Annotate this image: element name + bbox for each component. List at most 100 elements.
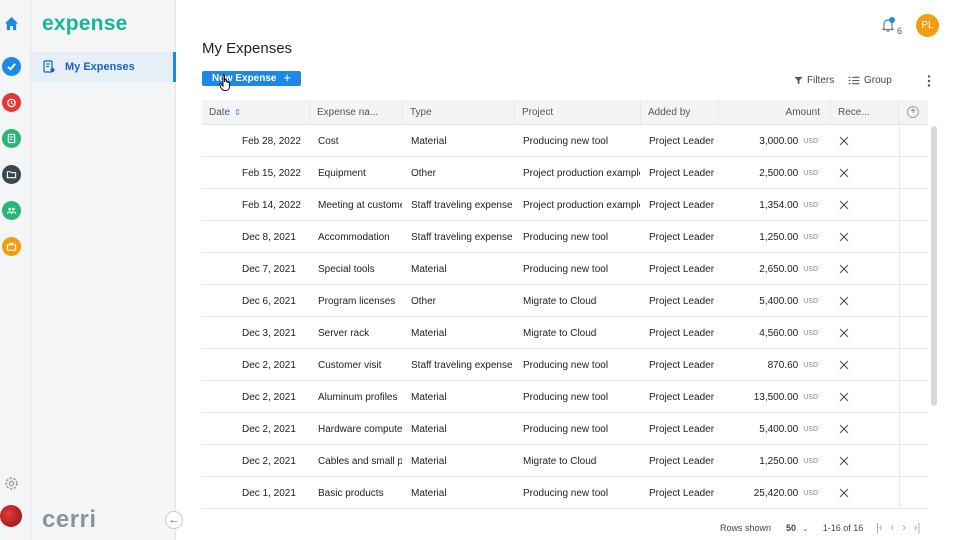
cell-date: Feb 14, 2022	[242, 199, 301, 211]
collapse-sidebar-button[interactable]: ←	[165, 511, 183, 529]
no-receipt-icon[interactable]	[839, 360, 849, 370]
settings-icon[interactable]	[3, 475, 20, 492]
no-receipt-icon[interactable]	[839, 392, 849, 402]
first-page-icon[interactable]: |‹	[876, 522, 883, 534]
rows-shown-select[interactable]: 50	[786, 523, 796, 533]
cell-date: Dec 2, 2021	[242, 391, 296, 403]
org-avatar[interactable]	[0, 505, 22, 527]
cell-expense-name: Special tools	[318, 263, 375, 275]
column-date[interactable]: Date ⇕	[202, 100, 310, 125]
page-info: 1-16 of 16	[822, 523, 864, 533]
amount-value: 1,250.00	[759, 455, 799, 467]
chevron-down-icon[interactable]: ⌄	[802, 524, 809, 533]
table-row[interactable]: Dec 8, 2021 Accommodation Staff traveling …	[202, 221, 928, 253]
cell-expense-name: Server rack	[318, 327, 370, 339]
no-receipt-icon[interactable]	[839, 168, 849, 178]
cell-amount: 3,000.00 USD	[719, 125, 818, 157]
cell-added-by: Project Leader	[649, 263, 715, 275]
column-receipt[interactable]: Rece...	[831, 100, 899, 125]
briefcase-icon[interactable]	[2, 237, 21, 256]
rows-shown-label: Rows shown	[720, 523, 772, 533]
app-rail	[0, 0, 31, 540]
brand-logo: expense	[42, 12, 128, 35]
home-icon[interactable]	[4, 16, 19, 31]
table-row[interactable]: Feb 15, 2022 Equipment Other Project produc…	[202, 157, 928, 189]
cell-added-by: Project Leader	[649, 327, 715, 339]
column-project[interactable]: Project	[515, 100, 641, 125]
cell-added-by: Project Leader	[649, 455, 715, 467]
column-expense-name[interactable]: Expense na...	[310, 100, 403, 125]
table-row[interactable]: Dec 2, 2021 Customer visit Staff traveling…	[202, 349, 928, 381]
table-row[interactable]: Feb 28, 2022 Cost Material Producing new to…	[202, 125, 928, 157]
cell-amount: 1,354.00 USD	[719, 189, 818, 221]
currency-code: USD	[803, 169, 818, 177]
new-expense-button[interactable]: New Expense +	[202, 70, 301, 86]
next-page-icon[interactable]: ›	[902, 522, 906, 534]
cell-receipt	[839, 317, 859, 349]
plus-icon: +	[283, 70, 291, 85]
currency-code: USD	[803, 361, 818, 369]
cell-type: Staff traveling expense	[411, 359, 512, 371]
no-receipt-icon[interactable]	[839, 232, 849, 242]
checkmark-icon[interactable]	[2, 57, 21, 76]
table-row[interactable]: Dec 3, 2021 Server rack Material Migrate to…	[202, 317, 928, 349]
cell-receipt	[839, 125, 859, 157]
currency-code: USD	[803, 489, 818, 497]
amount-value: 3,000.00	[759, 135, 799, 147]
cell-receipt	[839, 221, 859, 253]
team-icon[interactable]	[2, 201, 21, 220]
no-receipt-icon[interactable]	[839, 456, 849, 466]
column-amount[interactable]: Amount	[719, 100, 831, 125]
no-receipt-icon[interactable]	[839, 200, 849, 210]
group-button[interactable]: Group	[848, 75, 892, 86]
table-row[interactable]: Dec 1, 2021 Basic products Material Produci…	[202, 477, 928, 509]
no-receipt-icon[interactable]	[839, 488, 849, 498]
no-receipt-icon[interactable]	[839, 136, 849, 146]
filters-button[interactable]: Filters	[794, 75, 834, 86]
table-row[interactable]: Dec 2, 2021 Aluminum profiles Material Prod…	[202, 381, 928, 413]
cell-type: Material	[411, 455, 447, 467]
currency-code: USD	[803, 425, 818, 433]
cell-type: Material	[411, 135, 447, 147]
cell-amount: 1,250.00 USD	[719, 445, 818, 477]
last-page-icon[interactable]: ›|	[914, 522, 921, 534]
no-receipt-icon[interactable]	[839, 296, 849, 306]
amount-value: 870.60	[767, 359, 799, 371]
timer-icon[interactable]	[2, 93, 21, 112]
cell-type: Other	[411, 167, 437, 179]
cell-expense-name: Program licenses	[318, 295, 396, 307]
cell-added-by: Project Leader	[649, 295, 715, 307]
hand-cursor-icon	[218, 74, 230, 91]
cell-project: Producing new tool	[523, 423, 609, 435]
column-type[interactable]: Type	[403, 100, 515, 125]
table-row[interactable]: Dec 7, 2021 Special tools Material Producin…	[202, 253, 928, 285]
cell-receipt	[839, 381, 859, 413]
cell-type: Staff traveling expense	[411, 231, 512, 243]
sidebar-item-my-expenses[interactable]: My Expenses	[31, 52, 176, 82]
expense-icon[interactable]	[2, 129, 21, 148]
table-row[interactable]: Dec 6, 2021 Program licenses Other Migrate …	[202, 285, 928, 317]
table-row[interactable]: Dec 2, 2021 Cables and small parts Materia…	[202, 445, 928, 477]
table-row[interactable]: Feb 14, 2022 Meeting at customer Staff tra…	[202, 189, 928, 221]
side-navigation: expense My Expenses cerri	[31, 0, 176, 540]
amount-value: 2,650.00	[759, 263, 799, 275]
cell-type: Staff traveling expense	[411, 199, 512, 211]
no-receipt-icon[interactable]	[839, 328, 849, 338]
pagination: |‹ ‹ › ›|	[876, 522, 920, 534]
folder-icon[interactable]	[2, 165, 21, 184]
notification-dot	[889, 17, 895, 23]
cell-date: Dec 8, 2021	[242, 231, 296, 243]
user-avatar[interactable]: PL	[916, 14, 939, 37]
cell-added-by: Project Leader	[649, 199, 715, 211]
no-receipt-icon[interactable]	[839, 264, 849, 274]
no-receipt-icon[interactable]	[839, 424, 849, 434]
add-column-icon[interactable]: +	[907, 106, 919, 118]
table-scrollbar[interactable]	[931, 126, 937, 406]
cell-expense-name: Customer visit	[318, 359, 382, 371]
cell-amount: 13,500.00 USD	[719, 381, 818, 413]
previous-page-icon[interactable]: ‹	[891, 522, 895, 534]
column-added-by[interactable]: Added by	[641, 100, 719, 125]
more-options-icon[interactable]	[925, 74, 933, 88]
table-row[interactable]: Dec 2, 2021 Hardware computers Material Pro…	[202, 413, 928, 445]
sort-icon[interactable]: ⇕	[234, 108, 241, 117]
